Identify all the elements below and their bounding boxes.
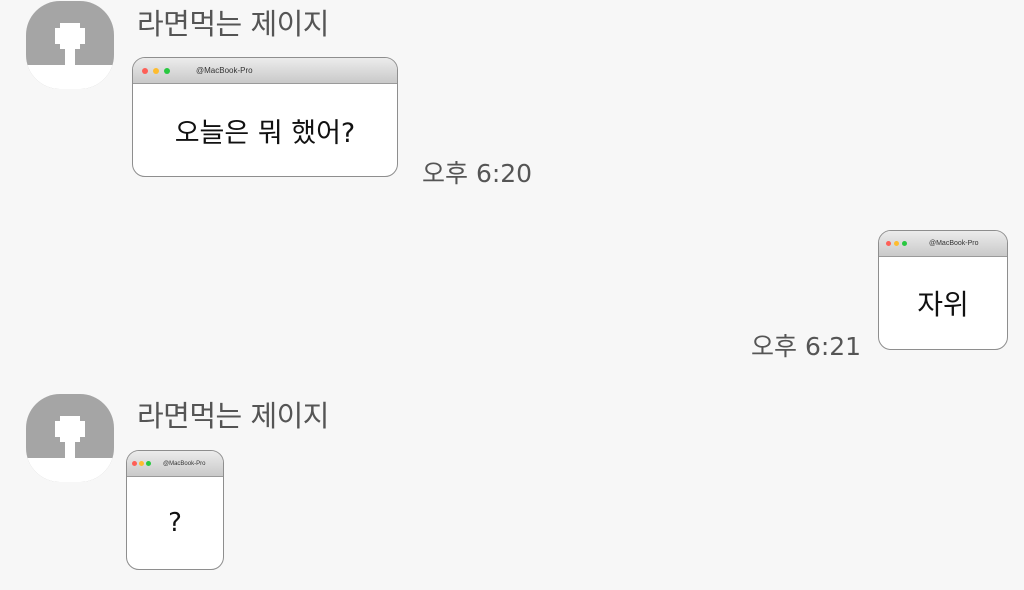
message-bubble[interactable]: @MacBook-Pro 자위: [878, 230, 1008, 350]
message-time: 오후 6:21: [751, 332, 862, 361]
minimize-dot-icon: [139, 461, 144, 466]
maximize-dot-icon: [902, 241, 907, 246]
close-dot-icon: [886, 241, 891, 246]
message-bubble[interactable]: @MacBook-Pro ?: [126, 450, 224, 570]
sender-name: 라면먹는 제이지: [137, 399, 329, 433]
message-time: 오후 6:20: [422, 159, 533, 188]
window-title: @MacBook-Pro: [196, 66, 253, 75]
profile-silhouette-icon: [26, 23, 114, 89]
close-dot-icon: [132, 461, 137, 466]
close-dot-icon: [142, 68, 148, 74]
window-title: @MacBook-Pro: [163, 460, 206, 467]
window-titlebar: @MacBook-Pro: [133, 58, 397, 84]
minimize-dot-icon: [153, 68, 159, 74]
window-titlebar: @MacBook-Pro: [127, 451, 223, 477]
message-text: 오늘은 뭐 했어?: [174, 117, 356, 149]
minimize-dot-icon: [894, 241, 899, 246]
maximize-dot-icon: [146, 461, 151, 466]
message-bubble[interactable]: @MacBook-Pro 오늘은 뭐 했어?: [132, 57, 398, 177]
window-titlebar: @MacBook-Pro: [879, 231, 1007, 257]
sender-avatar[interactable]: [26, 1, 114, 89]
sender-avatar[interactable]: [26, 394, 114, 482]
sender-name: 라면먹는 제이지: [137, 7, 329, 41]
message-text: 자위: [917, 288, 969, 321]
window-title: @MacBook-Pro: [929, 240, 979, 247]
chat-conversation: 라면먹는 제이지 @MacBook-Pro 오늘은 뭐 했어? 오후 6:20 …: [0, 0, 1024, 590]
maximize-dot-icon: [164, 68, 170, 74]
message-text: ?: [168, 508, 182, 538]
profile-silhouette-icon: [26, 416, 114, 482]
